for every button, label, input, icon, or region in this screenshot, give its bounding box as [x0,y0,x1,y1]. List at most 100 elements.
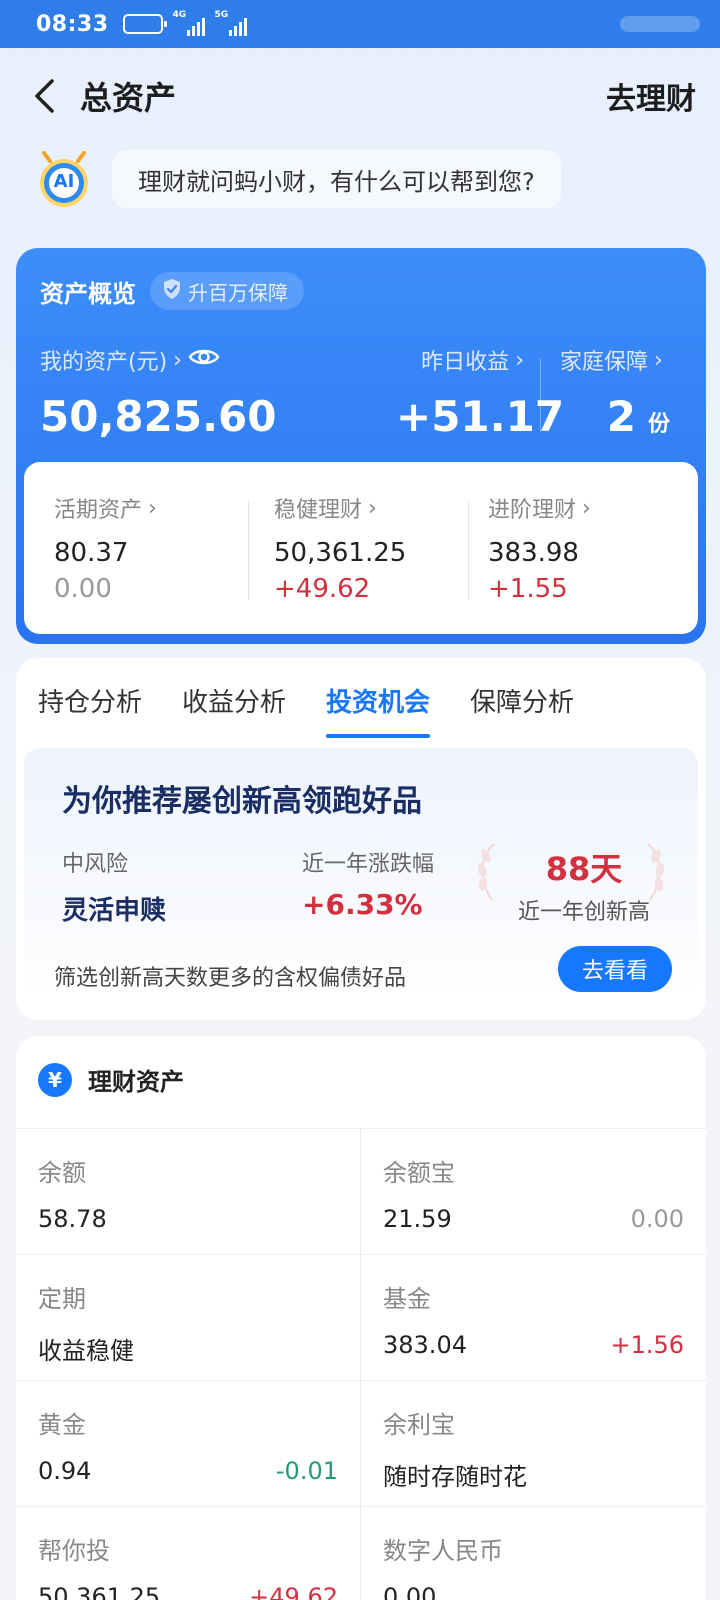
page-title: 总资产 [80,79,177,117]
laurel-right-icon [642,840,670,908]
asset-value: 收益稳健 [38,1337,134,1365]
asset-value: 58.78 [38,1205,107,1233]
network-label-5g: 5G [214,10,229,20]
my-assets-value: 50,825.60 [40,392,277,441]
wealth-assets-card: ¥ 理财资产 余额 58.78 余额宝 21.59 0.00 定期 收益稳健 基… [16,1036,706,1600]
advanced-finance-change: +1.55 [488,574,568,604]
asset-name: 黄金 [38,1411,86,1439]
recommendation-panel[interactable]: 为你推荐屡创新高领跑好品 中风险 灵活申赎 近一年涨跌幅 +6.33% 88天 … [24,748,698,998]
wealth-assets-title: 理财资产 [88,1068,184,1096]
asset-item-yulibao[interactable]: 余利宝 随时存随时花 [361,1381,706,1506]
shield-icon [162,278,182,305]
asset-breakdown-card: 活期资产 › 80.37 0.00 稳健理财 › 50,361.25 +49.62 … [24,462,698,634]
go-see-button[interactable]: 去看看 [558,946,672,992]
steady-finance-change: +49.62 [274,574,371,604]
tab-protection-analysis[interactable]: 保障分析 [470,682,574,738]
ai-avatar-icon[interactable]: AI [36,151,92,207]
asset-value: 50,361.25 [38,1583,161,1600]
overview-title: 资产概览 [40,279,136,308]
chevron-right-icon: › [368,495,377,521]
asset-item-fixed-term[interactable]: 定期 收益稳健 [16,1255,361,1380]
yesterday-income-label: 昨日收益 [421,350,510,375]
chevron-right-icon: › [515,347,524,373]
family-protection-block[interactable]: 家庭保障 › 2份 [560,344,670,442]
asset-name: 余额宝 [383,1159,455,1187]
steady-finance-label: 稳健理财 [274,498,363,523]
asset-change: +1.56 [610,1331,684,1359]
yen-icon: ¥ [38,1062,72,1097]
current-assets-block[interactable]: 活期资产 › 80.37 0.00 [54,492,157,605]
advanced-finance-label: 进阶理财 [488,498,577,523]
promo-risk-level: 中风险 [62,852,129,877]
promo-new-high-days: 88天 [545,850,623,888]
overview-divider [540,358,541,432]
tab-investment-opportunity[interactable]: 投资机会 [326,682,431,738]
ai-assistant-row[interactable]: AI 理财就问蚂小财，有什么可以帮到您? [36,150,561,208]
promo-range-label: 近一年涨跌幅 [302,852,435,877]
asset-name: 帮你投 [38,1537,110,1565]
current-assets-label: 活期资产 [54,498,143,523]
signal-icon-5g: 5G [214,10,247,36]
breakdown-divider [248,500,249,600]
promo-feature: 灵活申赎 [62,896,167,926]
asset-row: 定期 收益稳健 基金 383.04 +1.56 [16,1255,706,1381]
asset-row: 帮你投 50,361.25 +49.62 数字人民币 0.00 [16,1507,706,1600]
asset-row: 黄金 0.94 -0.01 余利宝 随时存随时花 [16,1381,706,1507]
steady-finance-block[interactable]: 稳健理财 › 50,361.25 +49.62 [274,492,407,605]
current-assets-value: 80.37 [54,538,129,568]
asset-item-gold[interactable]: 黄金 0.94 -0.01 [16,1381,361,1506]
asset-item-balance[interactable]: 余额 58.78 [16,1129,361,1254]
ai-prompt-bubble[interactable]: 理财就问蚂小财，有什么可以帮到您? [112,150,561,208]
yesterday-income-value: +51.17 [396,392,565,441]
advanced-finance-block[interactable]: 进阶理财 › 383.98 +1.55 [488,492,591,605]
asset-name: 余利宝 [383,1411,455,1439]
asset-value: 随时存随时花 [383,1463,527,1491]
go-invest-link[interactable]: 去理财 [606,74,696,118]
analysis-tabs: 持仓分析 收益分析 投资机会 保障分析 [38,682,614,738]
steady-finance-value: 50,361.25 [274,538,407,568]
chevron-right-icon: › [654,347,663,373]
network-label-4g: 4G [172,10,187,20]
ai-avatar-label: AI [53,171,75,192]
asset-item-yuebao[interactable]: 余额宝 21.59 0.00 [361,1129,706,1254]
asset-change: 0.00 [630,1205,684,1233]
asset-value: 21.59 [383,1205,452,1233]
status-time: 08:33 [36,11,109,37]
asset-item-digital-rmb[interactable]: 数字人民币 0.00 [361,1507,706,1600]
promo-title: 为你推荐屡创新高领跑好品 [62,784,422,819]
breakdown-divider [468,500,469,600]
status-indicator [620,16,700,32]
app-header: 总资产 去理财 [0,48,720,144]
chevron-right-icon: › [173,347,182,373]
protection-badge-label: 升百万保障 [188,280,288,305]
eye-icon[interactable] [188,346,220,374]
advanced-finance-value: 383.98 [488,538,579,568]
my-assets-label: 我的资产(元) [40,350,168,375]
promo-description: 筛选创新高天数更多的含权偏债好品 [54,966,407,991]
protection-badge[interactable]: 升百万保障 [150,272,304,310]
my-assets-block[interactable]: 我的资产(元) › 50,825.60 [40,344,277,442]
current-assets-change: 0.00 [54,574,112,604]
chevron-right-icon: › [148,495,157,521]
tab-income-analysis[interactable]: 收益分析 [182,682,286,738]
yesterday-income-block[interactable]: 昨日收益 › +51.17 [396,344,565,442]
asset-overview-card: 资产概览 升百万保障 我的资产(元) › 50,825.60 昨日收益 › +5… [16,248,706,644]
asset-value: 0.00 [383,1583,437,1600]
asset-value: 0.94 [38,1457,92,1485]
family-protection-label: 家庭保障 [560,350,649,375]
battery-icon [122,14,167,34]
signal-icon-4g: 4G [172,10,205,36]
wealth-assets-grid: 余额 58.78 余额宝 21.59 0.00 定期 收益稳健 基金 383.0… [16,1128,706,1600]
tab-holdings-analysis[interactable]: 持仓分析 [38,682,142,738]
asset-value: 383.04 [383,1331,467,1359]
promo-range-value: +6.33% [302,888,423,921]
family-protection-value: 2 [606,392,636,441]
status-bar: 08:33 4G 5G [0,0,720,48]
asset-name: 余额 [38,1159,86,1187]
asset-item-help-invest[interactable]: 帮你投 50,361.25 +49.62 [16,1507,361,1600]
asset-name: 数字人民币 [383,1537,503,1565]
back-arrow-icon[interactable] [24,76,64,116]
asset-change: -0.01 [275,1457,338,1485]
asset-name: 定期 [38,1285,86,1313]
asset-item-fund[interactable]: 基金 383.04 +1.56 [361,1255,706,1380]
